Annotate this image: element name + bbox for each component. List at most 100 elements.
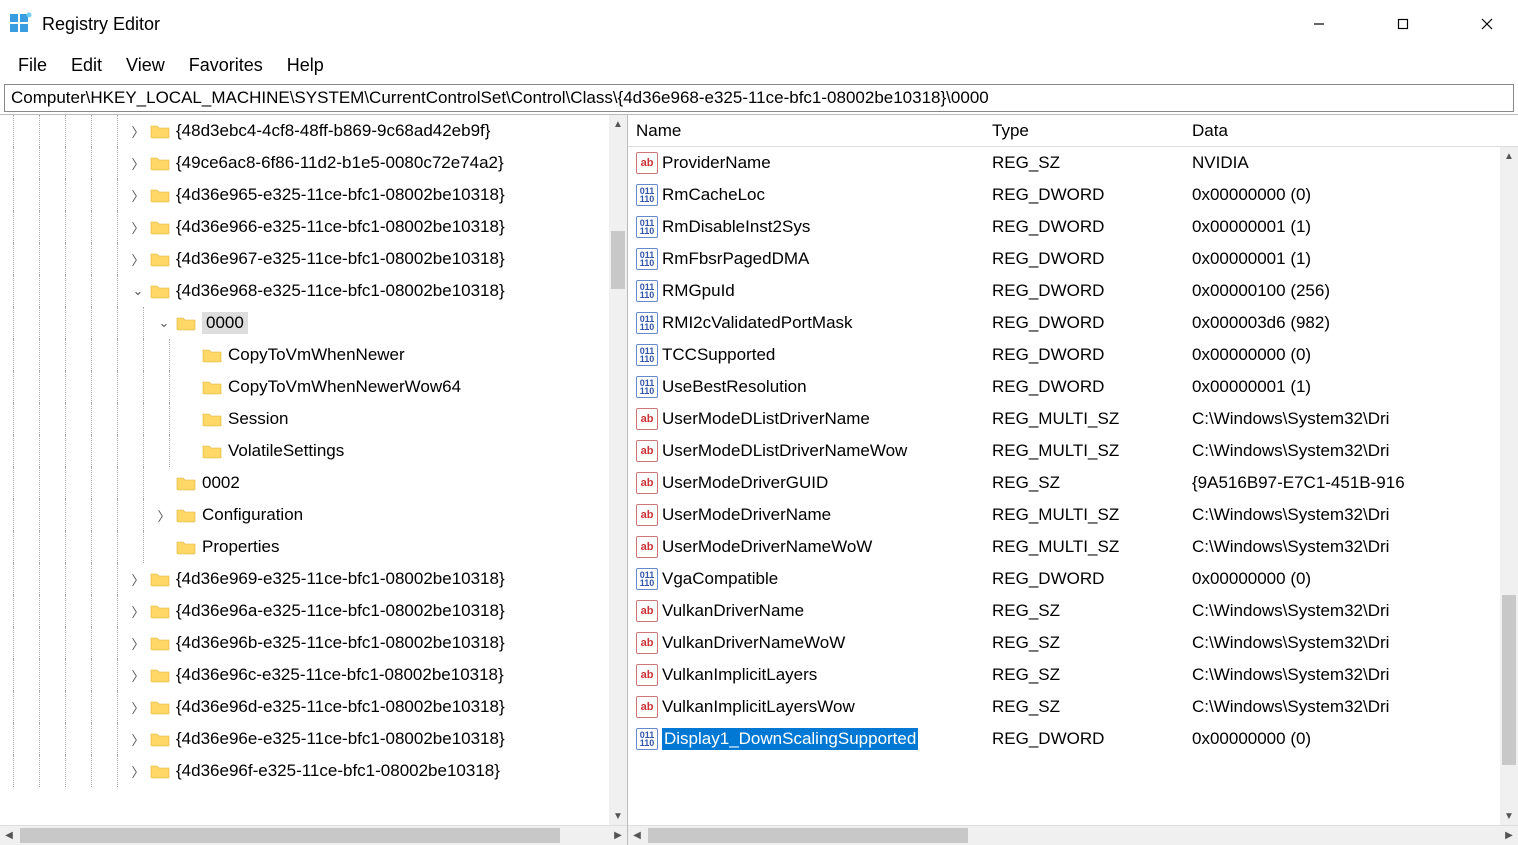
chevron-right-icon[interactable]: 〉 [130,218,146,237]
value-name: RMGpuId [662,281,735,301]
menu-help[interactable]: Help [277,51,334,80]
value-row[interactable]: 011110TCCSupportedREG_DWORD0x00000000 (0… [628,339,1518,371]
value-row[interactable]: 011110VgaCompatibleREG_DWORD0x00000000 (… [628,563,1518,595]
tree-item[interactable]: 〉{4d36e96a-e325-11ce-bfc1-08002be10318} [0,595,627,627]
values-vertical-scrollbar[interactable]: ▲ ▼ [1500,147,1518,825]
chevron-right-icon[interactable]: 〉 [130,698,146,717]
value-row[interactable]: abUserModeDriverGUIDREG_SZ{9A516B97-E7C1… [628,467,1518,499]
folder-icon [150,219,170,235]
chevron-right-icon[interactable]: 〉 [130,666,146,685]
scroll-right-arrow-icon[interactable]: ▶ [609,830,627,841]
scrollbar-thumb[interactable] [611,231,625,289]
column-header-data[interactable]: Data [1184,121,1518,141]
folder-icon [202,443,222,459]
value-row[interactable]: abUserModeDriverNameREG_MULTI_SZC:\Windo… [628,499,1518,531]
tree-item[interactable]: CopyToVmWhenNewerWow64 [0,371,627,403]
scrollbar-thumb[interactable] [648,828,968,843]
value-row[interactable]: abVulkanImplicitLayersWowREG_SZC:\Window… [628,691,1518,723]
menu-file[interactable]: File [8,51,57,80]
value-data: 0x00000000 (0) [1184,185,1518,205]
tree-vertical-scrollbar[interactable]: ▲ ▼ [609,115,627,825]
value-row[interactable]: abUserModeDriverNameWoWREG_MULTI_SZC:\Wi… [628,531,1518,563]
chevron-right-icon[interactable]: 〉 [130,602,146,621]
values-list[interactable]: abProviderNameREG_SZNVIDIA011110RmCacheL… [628,147,1518,825]
value-row[interactable]: 011110UseBestResolutionREG_DWORD0x000000… [628,371,1518,403]
chevron-right-icon[interactable]: 〉 [130,762,146,781]
value-row[interactable]: abVulkanImplicitLayersREG_SZC:\Windows\S… [628,659,1518,691]
tree-item[interactable]: 〉{4d36e96b-e325-11ce-bfc1-08002be10318} [0,627,627,659]
chevron-right-icon[interactable]: 〉 [156,506,172,525]
scrollbar-track[interactable] [646,826,1500,845]
menu-view[interactable]: View [116,51,175,80]
scrollbar-thumb[interactable] [20,828,560,843]
column-header-type[interactable]: Type [984,121,1184,141]
scrollbar-thumb[interactable] [1502,595,1516,765]
value-row[interactable]: 011110RmDisableInst2SysREG_DWORD0x000000… [628,211,1518,243]
value-name: UserModeDriverName [662,505,831,525]
tree-item[interactable]: 〉{48d3ebc4-4cf8-48ff-b869-9c68ad42eb9f} [0,115,627,147]
value-row[interactable]: 011110RmFbsrPagedDMAREG_DWORD0x00000001 … [628,243,1518,275]
scroll-left-arrow-icon[interactable]: ◀ [0,830,18,841]
values-horizontal-scrollbar[interactable]: ◀ ▶ [628,825,1518,845]
value-data: 0x00000001 (1) [1184,377,1518,397]
tree-item[interactable]: 〉{4d36e96d-e325-11ce-bfc1-08002be10318} [0,691,627,723]
value-row[interactable]: abProviderNameREG_SZNVIDIA [628,147,1518,179]
scrollbar-track[interactable] [1500,165,1518,807]
value-type: REG_DWORD [984,729,1184,749]
scrollbar-track[interactable] [18,826,609,845]
menu-favorites[interactable]: Favorites [179,51,273,80]
tree-item[interactable]: Properties [0,531,627,563]
chevron-right-icon[interactable]: 〉 [130,730,146,749]
chevron-right-icon[interactable]: 〉 [130,186,146,205]
chevron-right-icon[interactable]: 〉 [130,122,146,141]
value-row[interactable]: 011110RmCacheLocREG_DWORD0x00000000 (0) [628,179,1518,211]
value-row[interactable]: 011110Display1_DownScalingSupportedREG_D… [628,723,1518,755]
chevron-right-icon[interactable]: 〉 [130,154,146,173]
tree-item[interactable]: 〉{4d36e96e-e325-11ce-bfc1-08002be10318} [0,723,627,755]
folder-icon [176,539,196,555]
tree-item[interactable]: 〉{4d36e969-e325-11ce-bfc1-08002be10318} [0,563,627,595]
chevron-down-icon[interactable]: ⌄ [156,315,172,331]
value-row[interactable]: abUserModeDListDriverNameREG_MULTI_SZC:\… [628,403,1518,435]
tree-item[interactable]: 〉{49ce6ac8-6f86-11d2-b1e5-0080c72e74a2} [0,147,627,179]
tree-item[interactable]: ⌄0000 [0,307,627,339]
tree-item[interactable]: 0002 [0,467,627,499]
close-button[interactable] [1464,8,1510,40]
scroll-up-arrow-icon[interactable]: ▲ [609,115,627,133]
value-row[interactable]: abVulkanDriverNameWoWREG_SZC:\Windows\Sy… [628,627,1518,659]
tree-item[interactable]: 〉{4d36e965-e325-11ce-bfc1-08002be10318} [0,179,627,211]
tree-scroll[interactable]: 〉{48d3ebc4-4cf8-48ff-b869-9c68ad42eb9f}〉… [0,115,627,825]
tree-item[interactable]: 〉{4d36e966-e325-11ce-bfc1-08002be10318} [0,211,627,243]
tree-horizontal-scrollbar[interactable]: ◀ ▶ [0,825,627,845]
chevron-down-icon[interactable]: ⌄ [130,283,146,299]
scroll-down-arrow-icon[interactable]: ▼ [1500,807,1518,825]
scroll-down-arrow-icon[interactable]: ▼ [609,807,627,825]
chevron-right-icon[interactable]: 〉 [130,634,146,653]
folder-icon [150,123,170,139]
value-name: VulkanImplicitLayers [662,665,817,685]
maximize-button[interactable] [1380,8,1426,40]
tree-item[interactable]: Session [0,403,627,435]
tree-item[interactable]: VolatileSettings [0,435,627,467]
chevron-right-icon[interactable]: 〉 [130,570,146,589]
address-bar[interactable]: Computer\HKEY_LOCAL_MACHINE\SYSTEM\Curre… [4,84,1514,112]
tree-item[interactable]: 〉{4d36e967-e325-11ce-bfc1-08002be10318} [0,243,627,275]
value-row[interactable]: abUserModeDListDriverNameWowREG_MULTI_SZ… [628,435,1518,467]
tree-item[interactable]: 〉{4d36e96c-e325-11ce-bfc1-08002be10318} [0,659,627,691]
tree-item[interactable]: 〉{4d36e96f-e325-11ce-bfc1-08002be10318} [0,755,627,787]
value-row[interactable]: abVulkanDriverNameREG_SZC:\Windows\Syste… [628,595,1518,627]
value-type: REG_SZ [984,633,1184,653]
minimize-button[interactable] [1296,8,1342,40]
scrollbar-track[interactable] [609,133,627,807]
menu-edit[interactable]: Edit [61,51,112,80]
tree-item[interactable]: CopyToVmWhenNewer [0,339,627,371]
value-row[interactable]: 011110RMI2cValidatedPortMaskREG_DWORD0x0… [628,307,1518,339]
scroll-left-arrow-icon[interactable]: ◀ [628,830,646,841]
column-header-name[interactable]: Name [628,121,984,141]
value-row[interactable]: 011110RMGpuIdREG_DWORD0x00000100 (256) [628,275,1518,307]
chevron-right-icon[interactable]: 〉 [130,250,146,269]
scroll-up-arrow-icon[interactable]: ▲ [1500,147,1518,165]
tree-item[interactable]: ⌄{4d36e968-e325-11ce-bfc1-08002be10318} [0,275,627,307]
tree-item[interactable]: 〉Configuration [0,499,627,531]
scroll-right-arrow-icon[interactable]: ▶ [1500,830,1518,841]
